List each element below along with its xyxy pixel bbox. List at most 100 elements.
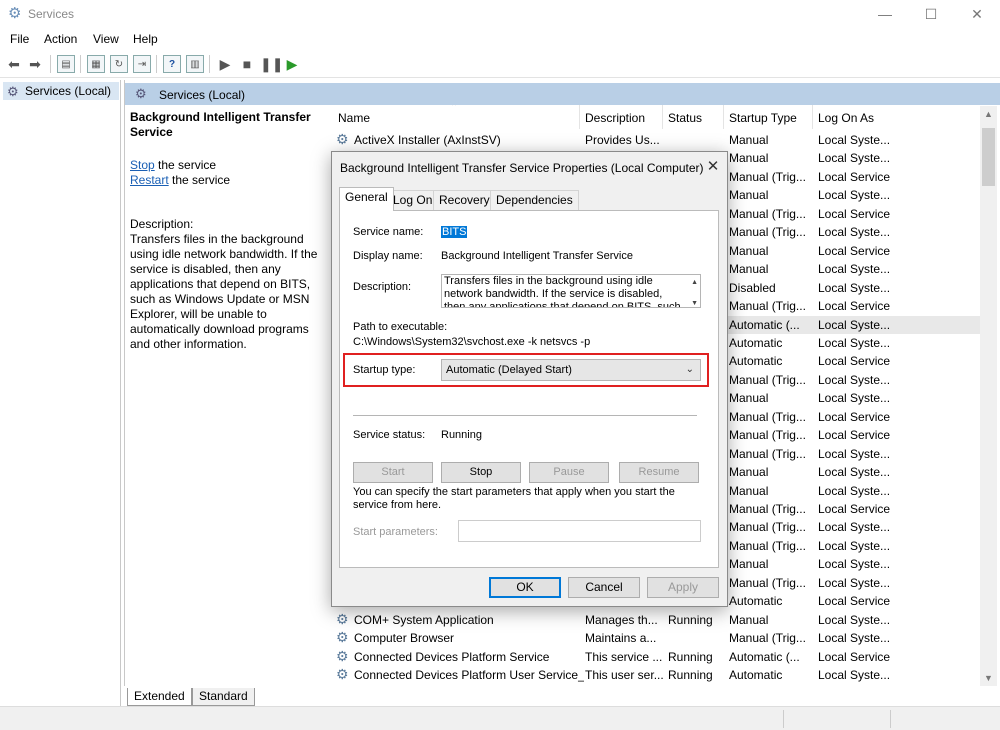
console-view-icon[interactable]: ▥ xyxy=(186,55,204,73)
pause-button[interactable]: Pause xyxy=(529,462,609,483)
start-service-play-icon[interactable]: ▶ xyxy=(216,55,234,73)
cell-startup: Manual xyxy=(729,133,769,147)
display-name-value[interactable]: Background Intelligent Transfer Service xyxy=(441,250,633,262)
cell-logon: Local Service xyxy=(818,409,891,424)
start-params-input[interactable] xyxy=(458,520,701,542)
cell-startup: Manual (Trig... xyxy=(729,502,806,516)
table-row[interactable]: ⚙ ActiveX Installer (AxInstSV) Provides Us… xyxy=(332,131,980,150)
cell-description: This service ... xyxy=(585,649,663,664)
properties-sheet-icon[interactable]: ▦ xyxy=(87,55,105,73)
close-button[interactable]: ✕ xyxy=(954,0,1000,28)
tab-dependencies[interactable]: Dependencies xyxy=(490,190,579,210)
start-button[interactable]: Start xyxy=(353,462,433,483)
minimize-button[interactable]: — xyxy=(862,0,908,28)
tab-general[interactable]: General xyxy=(339,187,394,211)
menu-file[interactable]: File xyxy=(10,32,29,46)
apply-button[interactable]: Apply xyxy=(647,577,719,598)
ok-button[interactable]: OK xyxy=(489,577,561,598)
selected-service-title: Background Intelligent Transfer Service xyxy=(130,110,311,139)
service-gear-icon: ⚙ xyxy=(336,610,349,627)
cell-logon: Local Syste... xyxy=(818,372,891,387)
cell-logon: Local Service xyxy=(818,354,891,369)
cell-logon: Local Syste... xyxy=(818,612,891,627)
cell-logon: Local Syste... xyxy=(818,631,891,646)
show-hide-console-tree-icon[interactable]: ▤ xyxy=(57,55,75,73)
path-value[interactable]: C:\Windows\System32\svchost.exe -k netsv… xyxy=(353,336,590,348)
tree-node-services-local[interactable]: ⚙ Services (Local) xyxy=(3,82,119,100)
cell-logon: Local Syste... xyxy=(818,280,891,295)
services-gear-icon: ⚙ xyxy=(135,86,147,101)
restart-service-icon[interactable]: ▶ xyxy=(283,55,301,73)
cell-name: Computer Browser xyxy=(354,631,455,646)
export-list-icon[interactable]: ⇥ xyxy=(133,55,151,73)
help-icon[interactable]: ? xyxy=(163,55,181,73)
cell-logon: Local Service xyxy=(818,169,891,184)
scroll-down-arrow-icon[interactable]: ▼ xyxy=(980,670,997,686)
cell-startup: Manual xyxy=(729,483,769,498)
column-header-name[interactable]: Name xyxy=(338,111,370,125)
menu-view[interactable]: View xyxy=(93,32,119,46)
cell-startup: Manual (Trig... xyxy=(729,538,806,553)
cell-logon: Local Service xyxy=(818,594,891,609)
console-tree: ⚙ Services (Local) xyxy=(0,80,121,706)
cell-startup: Manual (Trig... xyxy=(729,428,806,443)
cell-startup: Manual xyxy=(729,151,769,166)
dialog-close-icon[interactable]: ✕ xyxy=(702,157,724,177)
stop-service-link[interactable]: Stop xyxy=(130,158,155,172)
service-name-value[interactable]: BITS xyxy=(441,226,468,238)
cell-name: COM+ System Application xyxy=(354,612,494,627)
view-tabs: Extended Standard xyxy=(124,688,1000,706)
menu-help[interactable]: Help xyxy=(133,32,158,46)
cell-description: Maintains a... xyxy=(585,631,657,646)
cell-description: This user ser... xyxy=(585,668,663,683)
column-header-status[interactable]: Status xyxy=(668,111,702,125)
back-arrow-icon[interactable]: ⬅ xyxy=(5,55,23,73)
column-header-startup-type[interactable]: Startup Type xyxy=(729,111,797,125)
column-header-description[interactable]: Description xyxy=(585,111,645,125)
cell-logon: Local Syste... xyxy=(818,575,891,590)
cell-logon: Local Syste... xyxy=(818,391,891,406)
description-text: Transfers files in the background using … xyxy=(444,275,681,308)
scroll-up-arrow-icon[interactable]: ▲ xyxy=(980,106,997,122)
cancel-button[interactable]: Cancel xyxy=(568,577,640,598)
resume-button[interactable]: Resume xyxy=(619,462,699,483)
maximize-button[interactable]: ☐ xyxy=(908,0,954,28)
column-header-log-on-as[interactable]: Log On As xyxy=(818,111,874,125)
stop-button[interactable]: Stop xyxy=(441,462,521,483)
scroll-down-arrow-icon[interactable]: ▼ xyxy=(691,297,698,307)
description-textbox[interactable]: Transfers files in the background using … xyxy=(441,274,701,308)
cell-startup: Automatic xyxy=(729,354,783,369)
cell-logon: Local Service xyxy=(818,502,891,516)
forward-arrow-icon[interactable]: ➡ xyxy=(26,55,44,73)
tab-recovery[interactable]: Recovery xyxy=(433,190,496,210)
cell-status: Running xyxy=(668,649,713,664)
tab-standard[interactable]: Standard xyxy=(192,688,255,706)
table-row[interactable]: ⚙ Computer Browser Maintains a... Manual (T… xyxy=(332,629,980,648)
vertical-scrollbar[interactable]: ▲ ▼ xyxy=(980,106,997,686)
cell-startup: Manual xyxy=(729,188,769,203)
service-gear-icon: ⚙ xyxy=(336,647,349,664)
cell-startup: Manual xyxy=(729,391,769,406)
pause-service-icon[interactable]: ❚❚ xyxy=(260,55,283,73)
services-gear-icon: ⚙ xyxy=(8,5,22,22)
cell-description: Provides Us... xyxy=(585,133,660,147)
tree-node-label: Services (Local) xyxy=(25,84,112,98)
cell-logon: Local Syste... xyxy=(818,668,891,683)
scroll-up-arrow-icon[interactable]: ▲ xyxy=(691,276,698,289)
cell-startup: Manual (Trig... xyxy=(729,631,806,646)
tab-extended[interactable]: Extended xyxy=(127,688,192,706)
refresh-icon[interactable]: ↻ xyxy=(110,55,128,73)
menu-action[interactable]: Action xyxy=(44,32,77,46)
services-gear-icon: ⚙ xyxy=(7,84,19,99)
restart-service-link[interactable]: Restart xyxy=(130,173,169,187)
table-row[interactable]: ⚙ Connected Devices Platform User Service… xyxy=(332,666,980,685)
table-row[interactable]: ⚙ Connected Devices Platform Service This … xyxy=(332,648,980,667)
stop-service-icon[interactable]: ■ xyxy=(238,55,256,73)
stop-link-suffix: the service xyxy=(154,158,217,172)
tab-log-on[interactable]: Log On xyxy=(387,190,439,210)
cell-startup: Automatic (... xyxy=(729,649,800,664)
window-title: Services xyxy=(28,7,75,21)
table-row[interactable]: ⚙ COM+ System Application Manages th... Run… xyxy=(332,611,980,630)
cell-status: Running xyxy=(668,668,713,683)
scrollbar-thumb[interactable] xyxy=(982,128,995,186)
